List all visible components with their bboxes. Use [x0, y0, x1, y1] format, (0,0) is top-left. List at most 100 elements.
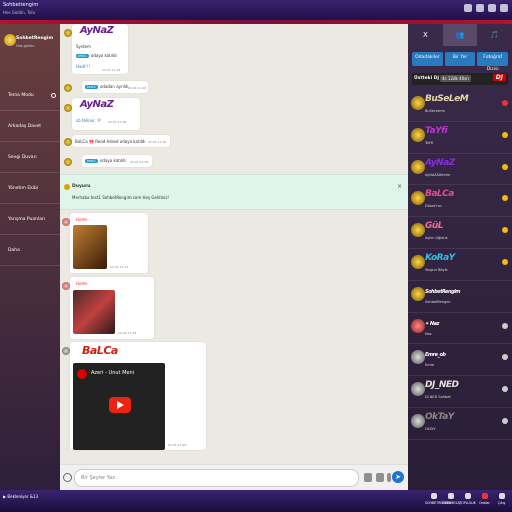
- avatar: [411, 127, 425, 142]
- crown-icon: [502, 227, 508, 234]
- play-icon[interactable]: [109, 397, 131, 413]
- announcement-banner: Duyuru Merhaba test1 SohbetRengim.com Ho…: [60, 174, 408, 210]
- photo-gallery-button[interactable]: Fotoğraf Dizisi: [477, 52, 509, 72]
- message-nick[interactable]: Helen: [76, 281, 88, 286]
- user-item[interactable]: TaYfi TaYfi: [408, 122, 512, 154]
- avatar[interactable]: [64, 138, 72, 146]
- user-item[interactable]: AyNaZ AyNaZ&Benim: [408, 154, 512, 186]
- user-item[interactable]: SohbetRengim SohbetRengim: [408, 281, 512, 313]
- message-nick[interactable]: AyNaZ: [80, 99, 114, 110]
- nav-logout[interactable]: Çıkış: [493, 492, 510, 505]
- warning-icon: [64, 184, 70, 190]
- user-status: SohbetRengim: [425, 299, 451, 304]
- user-name: KoRaY: [425, 252, 455, 263]
- user-item[interactable]: ✦ Naz Naz: [408, 313, 512, 345]
- user-list: BuSeLeM BuSeLemm TaYfi TaYfi AyNaZ AyNaZ&Be…: [408, 90, 512, 440]
- settings-icon[interactable]: [500, 4, 508, 12]
- user-status: Aşkın Ağlatık: [425, 236, 448, 241]
- avatar[interactable]: [62, 347, 70, 355]
- user-status: Yorgun Böyle: [425, 267, 448, 272]
- user-icon[interactable]: [476, 4, 484, 12]
- nav-messages[interactable]: ÖZELMESAJ: [442, 492, 460, 505]
- mail-icon: [447, 493, 454, 499]
- tab-users[interactable]: 👥: [442, 24, 478, 46]
- users-icon[interactable]: [464, 4, 472, 12]
- online-users-button[interactable]: Odadakiler: [412, 52, 443, 66]
- tab-close[interactable]: X: [408, 24, 443, 46]
- user-name: OkTaY: [425, 411, 454, 422]
- nav-home[interactable]: SOHBETRENGIM: [425, 492, 451, 505]
- avatar[interactable]: [64, 29, 72, 37]
- user-item[interactable]: KoRaY Yorgun Böyle: [408, 249, 512, 281]
- crown-icon: [502, 163, 508, 170]
- sidebar-item-more[interactable]: Daha: [0, 235, 60, 266]
- message-text: test1 odadan ayrıldı: [85, 84, 129, 89]
- user-status: OkTaY: [425, 426, 436, 431]
- emoji-icon[interactable]: [63, 473, 72, 482]
- sidebar-item-admins[interactable]: Yönetim Ekibi: [0, 173, 60, 204]
- avatar[interactable]: [64, 84, 72, 92]
- user-item[interactable]: GüL Aşkın Ağlatık: [408, 217, 512, 249]
- message-time: 22:01:11:28: [128, 86, 147, 90]
- message-nick[interactable]: BaLCa: [82, 344, 118, 357]
- user-item[interactable]: BuSeLeM BuSeLemm: [408, 90, 512, 122]
- more-icon[interactable]: [387, 473, 391, 482]
- avatar[interactable]: [64, 104, 72, 112]
- sidebar-item-invite[interactable]: Arkadaş Davet: [0, 111, 60, 142]
- bell-icon[interactable]: [488, 4, 496, 12]
- user-item[interactable]: BaLCa Dilara'nın: [408, 185, 512, 218]
- photo-thumbnail[interactable]: [73, 290, 115, 334]
- user-item[interactable]: OkTaY OkTaY: [408, 408, 512, 440]
- message-text: BaLCa 🎀 Read Asked odaya katıldı: [75, 139, 146, 144]
- tab-music[interactable]: 🎵: [477, 24, 512, 46]
- sidebar-item-contest[interactable]: Yarışma Puanları: [0, 204, 60, 235]
- sidebar-item-love-wall[interactable]: Sevgi Duvarı: [0, 142, 60, 173]
- sidebar-user-status: Hos.geldin: [16, 44, 35, 48]
- radio-player[interactable]: ▶ Bekleniyor &13: [3, 494, 38, 499]
- cocktail-icon: [502, 322, 508, 329]
- logout-icon: [498, 493, 505, 499]
- close-icon[interactable]: ×: [397, 183, 402, 190]
- message-nick[interactable]: Helen: [76, 217, 88, 222]
- youtube-embed[interactable]: Azeri - Unut Meni: [73, 363, 165, 450]
- avatar: [411, 223, 425, 238]
- avatar: [411, 96, 425, 110]
- user-status: Dilara'nın: [425, 204, 442, 209]
- sidebar-user-name: SohbetRengim: [16, 36, 54, 41]
- message-nick[interactable]: AyNaZ: [80, 25, 114, 36]
- send-button[interactable]: ➤: [392, 471, 404, 483]
- avatar: [411, 254, 425, 269]
- photo-thumbnail[interactable]: [73, 225, 107, 269]
- nav-community[interactable]: TOPLULUK: [459, 492, 476, 505]
- avatar[interactable]: [4, 34, 16, 46]
- user-name: BaLCa: [425, 189, 454, 200]
- mic-icon[interactable]: [364, 473, 372, 482]
- user-item[interactable]: Emre_ob Emre: [408, 344, 512, 377]
- avatar[interactable]: [64, 158, 72, 166]
- message-bubble: test1 odadan ayrıldı 22:01:11:28: [82, 81, 148, 93]
- avatar[interactable]: [62, 218, 70, 226]
- message-input[interactable]: Bir Şeyler Yaz: [74, 469, 359, 487]
- avatar: [411, 191, 425, 206]
- user-icon: [502, 417, 508, 424]
- message-text: sb telinor. :P: [76, 118, 101, 123]
- nav-rooms[interactable]: Odalar: [476, 492, 493, 505]
- user-status: Dj NED Sohbet: [425, 395, 451, 400]
- user-name: AyNaZ: [425, 157, 455, 168]
- user-name: SohbetRengim: [425, 288, 461, 295]
- avatar: [411, 382, 425, 397]
- video-title[interactable]: Azeri - Unut Meni: [91, 370, 134, 376]
- user-name: Emre_ob: [425, 352, 446, 359]
- top-bar: Sohbetrengim Hos Geldin, Tela: [0, 0, 512, 20]
- message-time: 22:01:11:28: [118, 331, 137, 335]
- location-button[interactable]: Bir Yer: [444, 52, 476, 66]
- user-item[interactable]: DJ_NED Dj NED Sohbet: [408, 376, 512, 408]
- add-icon[interactable]: [376, 473, 384, 482]
- left-sidebar: SohbetRengim Hos.geldin Tema Modu Arkada…: [0, 24, 60, 490]
- user-icon: [502, 386, 508, 393]
- announcement-text: Merhaba test1 SohbetRengim.com Hoş Geldi…: [72, 195, 170, 200]
- avatar[interactable]: [62, 282, 70, 290]
- dj-badge: DJ: [492, 74, 506, 81]
- sidebar-item-theme[interactable]: Tema Modu: [0, 80, 60, 111]
- crown-icon: [502, 195, 508, 202]
